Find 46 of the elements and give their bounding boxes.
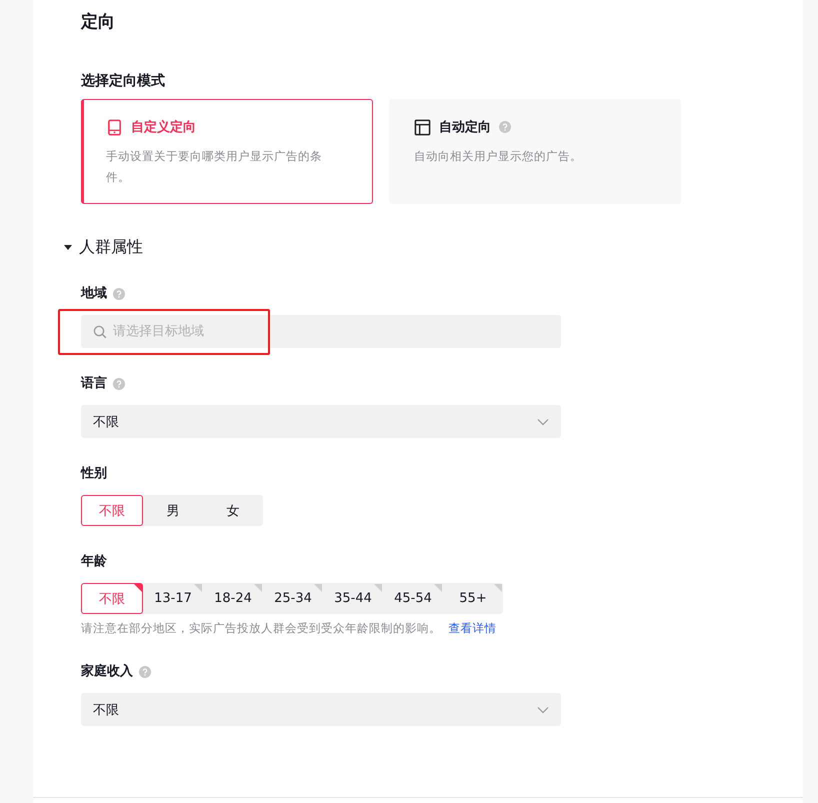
search-field[interactable]: 请选择目标地域 [81,315,561,348]
corner-mark-icon [134,584,142,592]
card-title: 自定义定向 [131,118,196,136]
corner-mark-icon [434,584,442,592]
layout-icon [414,118,431,136]
field-label: 地域 [81,285,107,303]
chevron-down-icon [537,706,549,714]
hint-text: 请注意在部分地区，实际广告投放人群会受到受众年龄限制的影响。 查看详情 [81,620,498,636]
details-link[interactable]: 查看详情 [448,621,497,635]
corner-mark-icon [254,584,262,592]
corner-mark-icon [314,584,322,592]
dropdown[interactable]: 不限 [81,405,561,438]
help-icon [113,288,125,300]
caret-icon [63,242,73,252]
option-button[interactable]: 女 [203,495,263,526]
help-icon [113,378,125,390]
corner-mark-icon [194,584,202,592]
option-button[interactable]: 35-44 [323,583,383,614]
mode-card[interactable]: 自动定向 自动向相关用户显示您的广告。 [389,99,681,204]
option-button[interactable]: 18-24 [203,583,263,614]
option-button[interactable]: 55+ [443,583,503,614]
dropdown[interactable]: 不限 [81,693,561,726]
option-button[interactable]: 男 [143,495,203,526]
chevron-down-icon [537,418,549,426]
section-title: 定向 [81,11,116,34]
help-icon [139,666,151,678]
option-button[interactable]: 不限 [81,495,143,526]
field-label: 性别 [81,465,107,483]
field-label: 语言 [81,374,107,393]
help-icon [499,121,511,133]
search-icon [93,325,107,339]
tablet-icon [106,118,123,136]
option-button[interactable]: 25-34 [263,583,323,614]
card-description: 自动向相关用户显示您的广告。 [414,148,583,165]
section-toggle[interactable]: 人群属性 [63,236,803,258]
corner-mark-icon [494,584,502,592]
card-title: 自动定向 [439,118,491,136]
option-button[interactable]: 13-17 [143,583,203,614]
option-button[interactable]: 不限 [81,583,143,614]
field-label: 选择定向模式 [81,72,166,91]
field-label: 家庭收入 [81,662,133,681]
option-button[interactable]: 45-54 [383,583,443,614]
field-label: 年龄 [81,553,107,571]
card-description: 手动设置关于要向哪类用户显示广告的条件。 [106,148,323,186]
mode-card[interactable]: 自定义定向 手动设置关于要向哪类用户显示广告的条件。 [81,99,373,204]
corner-mark-icon [374,584,382,592]
